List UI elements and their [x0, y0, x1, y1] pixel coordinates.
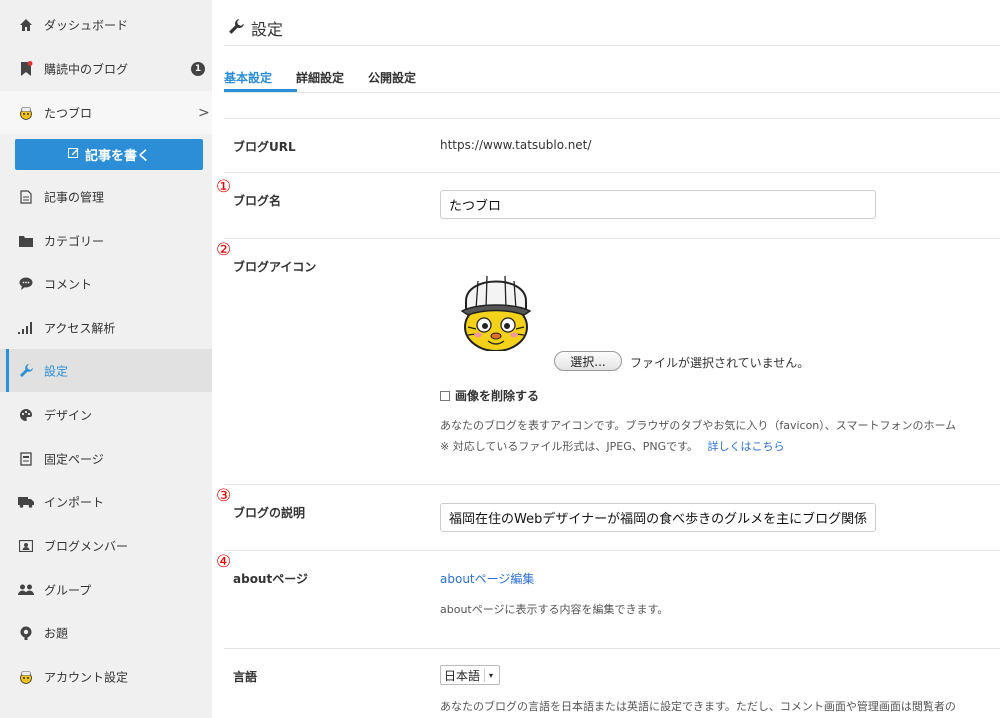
- tab-publish-settings[interactable]: 公開設定: [368, 66, 416, 86]
- language-description: あなたのブログの言語を日本語または英語に設定できます。ただし、コメント画面や管理…: [440, 700, 956, 713]
- sidebar: ダッシュボード 購読中のブログ 1 たつブロ > 記事を書く 記事の管理 カテゴ…: [0, 0, 212, 718]
- wrench-icon: [228, 18, 245, 39]
- language-select[interactable]: 日本語 ▾: [440, 665, 500, 685]
- folder-icon: [18, 233, 34, 249]
- delete-image-checkbox[interactable]: 画像を削除する: [440, 387, 539, 404]
- sidebar-item-label: インポート: [44, 495, 105, 509]
- sidebar-item-categories[interactable]: カテゴリー: [0, 219, 212, 262]
- topic-icon: [18, 625, 34, 641]
- sidebar-item-label: グループ: [44, 583, 92, 597]
- sidebar-item-topics[interactable]: お題: [0, 611, 212, 654]
- blog-description-input[interactable]: 福岡在住のWebデザイナーが福岡の食べ歩きのグルメを主にブログ関係: [440, 503, 876, 532]
- sidebar-item-label: アカウント設定: [44, 670, 129, 684]
- divider: [224, 172, 1000, 173]
- bookmark-icon: [18, 60, 34, 77]
- bar-chart-icon: [18, 320, 34, 336]
- about-page-description: aboutページに表示する内容を編集できます。: [440, 603, 669, 616]
- sidebar-item-label: 設定: [44, 364, 69, 378]
- delete-image-label: 画像を削除する: [455, 389, 540, 403]
- file-status-text: ファイルが選択されていません。: [630, 356, 810, 370]
- annotation-number-3: ③: [216, 486, 232, 506]
- sidebar-item-design[interactable]: デザイン: [0, 393, 212, 436]
- page-icon: [18, 451, 34, 467]
- sidebar-item-label: 固定ページ: [44, 452, 104, 466]
- about-page-label: aboutページ: [233, 572, 308, 586]
- sidebar-item-label: たつブロ: [44, 106, 93, 120]
- sidebar-item-comments[interactable]: コメント: [0, 262, 212, 305]
- sidebar-item-label: ダッシュボード: [44, 18, 129, 32]
- blog-url-label: ブログURL: [233, 140, 296, 154]
- sidebar-item-label: 記事の管理: [44, 190, 105, 204]
- divider: [224, 45, 1000, 46]
- blog-url-value: https://www.tatsublo.net/: [440, 138, 592, 152]
- comment-icon: [18, 276, 34, 292]
- sidebar-item-settings[interactable]: 設定: [0, 349, 212, 392]
- document-icon: [18, 189, 34, 205]
- blog-icon-label: ブログアイコン: [233, 260, 317, 274]
- write-article-button[interactable]: 記事を書く: [15, 139, 203, 170]
- sidebar-item-label: コメント: [44, 277, 93, 291]
- divider: [224, 118, 1000, 119]
- blog-icon-format-note: ※ 対応しているファイル形式は、JPEG、PNGです。 詳しくはこちら: [440, 438, 785, 454]
- sidebar-item-articles[interactable]: 記事の管理: [0, 175, 212, 218]
- settings-tabs: 基本設定 詳細設定 公開設定: [224, 66, 440, 86]
- about-page-edit-link[interactable]: aboutページ編集: [440, 570, 534, 587]
- blog-icon-image: [458, 265, 534, 352]
- sidebar-item-label: お題: [44, 626, 69, 640]
- chevron-down-icon: ▾: [484, 668, 497, 682]
- edit-icon: [67, 147, 79, 162]
- sidebar-item-label: 購読中のブログ: [44, 62, 129, 76]
- unread-count-badge: 1: [191, 61, 205, 76]
- annotation-number-4: ④: [216, 552, 232, 572]
- sidebar-item-label: カテゴリー: [44, 234, 105, 248]
- wrench-icon: [18, 363, 34, 379]
- language-label: 言語: [233, 670, 258, 684]
- divider: [224, 550, 1000, 551]
- sidebar-item-label: ブログメンバー: [44, 539, 129, 553]
- sidebar-item-analytics[interactable]: アクセス解析: [0, 306, 212, 349]
- sidebar-item-groups[interactable]: グループ: [0, 568, 212, 611]
- blog-description-label: ブログの説明: [233, 506, 306, 520]
- sidebar-item-label: デザイン: [44, 408, 93, 422]
- palette-icon: [18, 407, 34, 423]
- sidebar-item-label: アクセス解析: [44, 321, 116, 335]
- divider: [224, 238, 1000, 239]
- account-avatar-icon: [18, 669, 34, 685]
- format-note-text: ※ 対応しているファイル形式は、JPEG、PNGです。: [440, 440, 699, 453]
- blog-avatar-icon: [18, 105, 34, 121]
- sidebar-item-subscribed-blogs[interactable]: 購読中のブログ 1: [0, 47, 212, 90]
- annotation-number-1: ①: [216, 177, 232, 197]
- sidebar-item-blog-members[interactable]: ブログメンバー: [0, 524, 212, 567]
- language-selected-value: 日本語: [444, 668, 481, 683]
- blog-icon-description: あなたのブログを表すアイコンです。ブラウザのタブやお気に入り（favicon）、…: [440, 419, 957, 432]
- divider: [224, 92, 1000, 93]
- page-title: 設定: [228, 16, 283, 40]
- chevron-right-icon: >: [198, 104, 210, 121]
- sidebar-item-account-settings[interactable]: アカウント設定: [0, 655, 212, 698]
- sidebar-item-static-pages[interactable]: 固定ページ: [0, 437, 212, 480]
- blog-name-input[interactable]: たつブロ: [440, 190, 876, 219]
- tab-basic-settings[interactable]: 基本設定: [224, 66, 272, 86]
- sidebar-item-blog-switcher[interactable]: たつブロ >: [0, 91, 212, 134]
- write-article-label: 記事を書く: [84, 149, 150, 164]
- settings-main: 設定 基本設定 詳細設定 公開設定 ブログURL https://www.tat…: [212, 0, 1000, 718]
- checkbox-box[interactable]: [440, 390, 450, 401]
- sidebar-item-dashboard[interactable]: ダッシュボード: [0, 3, 212, 46]
- group-icon: [18, 582, 34, 598]
- divider: [224, 648, 1000, 649]
- truck-icon: [18, 494, 34, 510]
- annotation-number-2: ②: [216, 240, 232, 260]
- tab-detail-settings[interactable]: 詳細設定: [296, 66, 344, 86]
- file-select-button[interactable]: 選択...: [554, 351, 622, 371]
- sidebar-item-import[interactable]: インポート: [0, 480, 212, 523]
- page-title-text: 設定: [251, 20, 284, 39]
- more-info-link[interactable]: 詳しくはこちら: [708, 440, 785, 453]
- home-icon: [18, 17, 34, 33]
- blog-name-label: ブログ名: [233, 194, 282, 208]
- divider: [224, 484, 1000, 485]
- member-card-icon: [18, 538, 34, 554]
